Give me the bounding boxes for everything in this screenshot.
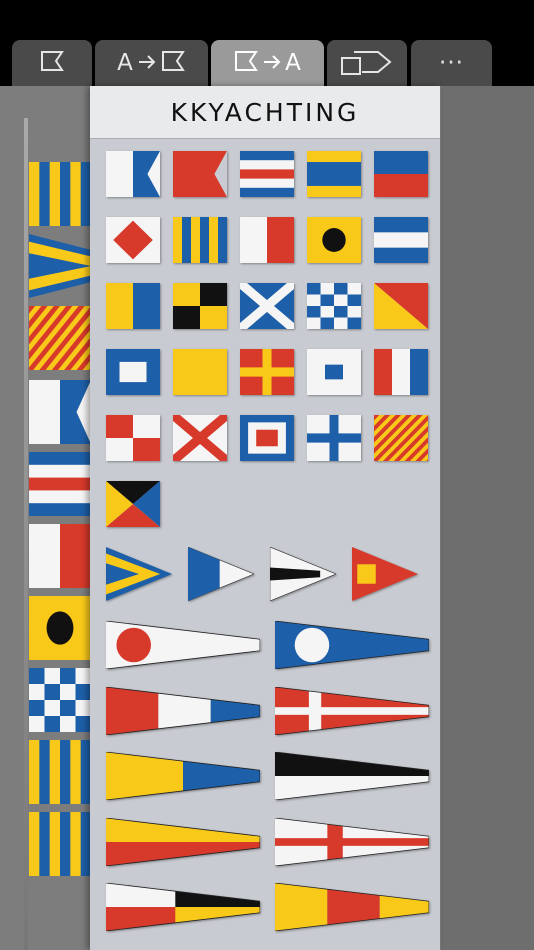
flag-whiskey[interactable] bbox=[240, 415, 294, 461]
pennant-1[interactable] bbox=[106, 621, 260, 669]
tab-flag[interactable] bbox=[12, 40, 92, 86]
flag-papa[interactable] bbox=[106, 349, 160, 395]
flag-oscar[interactable] bbox=[374, 283, 428, 329]
tab-text-to-flag[interactable]: A bbox=[95, 40, 208, 86]
pennant-substitute-3[interactable] bbox=[270, 547, 336, 601]
flag-hotel[interactable] bbox=[240, 217, 294, 263]
tab-more[interactable]: ··· bbox=[411, 40, 492, 86]
flag-charlie bbox=[29, 452, 91, 516]
flag-kilo[interactable] bbox=[106, 283, 160, 329]
pennant-0[interactable] bbox=[275, 883, 429, 931]
pennant-7[interactable] bbox=[106, 818, 260, 866]
flag-juliett[interactable] bbox=[374, 217, 428, 263]
flag-golf bbox=[29, 740, 91, 804]
pennant-8[interactable] bbox=[275, 818, 429, 866]
flag-outline-icon bbox=[160, 50, 186, 76]
flag-golf bbox=[29, 812, 91, 876]
flag-quebec[interactable] bbox=[173, 349, 227, 395]
tab-flag-to-text[interactable]: A bbox=[211, 40, 324, 86]
flag-november bbox=[29, 668, 91, 732]
arrow-right-icon bbox=[138, 54, 156, 73]
right-margin bbox=[441, 86, 534, 950]
pennant-2[interactable] bbox=[275, 621, 429, 669]
flag-alfa bbox=[29, 380, 91, 444]
palette-title: KKYACHTING bbox=[170, 97, 360, 127]
flag-india[interactable] bbox=[307, 217, 361, 263]
flag-victor[interactable] bbox=[173, 415, 227, 461]
flag-hotel bbox=[29, 524, 91, 588]
flag-outline-icon bbox=[39, 50, 65, 76]
more-icon: ··· bbox=[439, 50, 464, 76]
flag-sierra[interactable] bbox=[307, 349, 361, 395]
pennant-5[interactable] bbox=[106, 752, 260, 800]
flag-mike[interactable] bbox=[240, 283, 294, 329]
flag-tango[interactable] bbox=[374, 349, 428, 395]
flag-india bbox=[29, 596, 91, 660]
palette-header: KKYACHTING bbox=[90, 86, 440, 139]
pennant-9[interactable] bbox=[106, 883, 260, 931]
flag-delta[interactable] bbox=[307, 151, 361, 197]
flag-november[interactable] bbox=[307, 283, 361, 329]
flag-lima[interactable] bbox=[173, 283, 227, 329]
flag-yankee bbox=[29, 306, 91, 370]
pennant-6[interactable] bbox=[275, 752, 429, 800]
tab-shapes[interactable] bbox=[327, 40, 407, 86]
pennant-3[interactable] bbox=[106, 687, 260, 735]
flag-xray[interactable] bbox=[307, 415, 361, 461]
flag-golf bbox=[29, 162, 91, 226]
shapes-icon bbox=[340, 46, 394, 80]
flag-charlie[interactable] bbox=[240, 151, 294, 197]
toolbar: A A ··· bbox=[0, 0, 534, 86]
flag-golf[interactable] bbox=[173, 217, 227, 263]
tab-label-letter: A bbox=[285, 50, 302, 76]
flag-uniform[interactable] bbox=[106, 415, 160, 461]
pennant-substitute-1 bbox=[29, 234, 91, 298]
flag-romeo[interactable] bbox=[240, 349, 294, 395]
pennant-4[interactable] bbox=[275, 687, 429, 735]
arrow-right-icon bbox=[263, 54, 281, 73]
pennant-substitute-1[interactable] bbox=[106, 547, 172, 601]
flag-alfa[interactable] bbox=[106, 151, 160, 197]
flag-bravo[interactable] bbox=[173, 151, 227, 197]
flag-echo[interactable] bbox=[374, 151, 428, 197]
flag-yankee[interactable] bbox=[374, 415, 428, 461]
flag-foxtrot[interactable] bbox=[106, 217, 160, 263]
flag-zulu[interactable] bbox=[106, 481, 160, 527]
pennant-answer[interactable] bbox=[352, 547, 418, 601]
flag-outline-icon bbox=[233, 50, 259, 76]
mast-rail bbox=[24, 118, 28, 950]
pennant-substitute-2[interactable] bbox=[188, 547, 254, 601]
tab-label-letter: A bbox=[117, 50, 134, 76]
